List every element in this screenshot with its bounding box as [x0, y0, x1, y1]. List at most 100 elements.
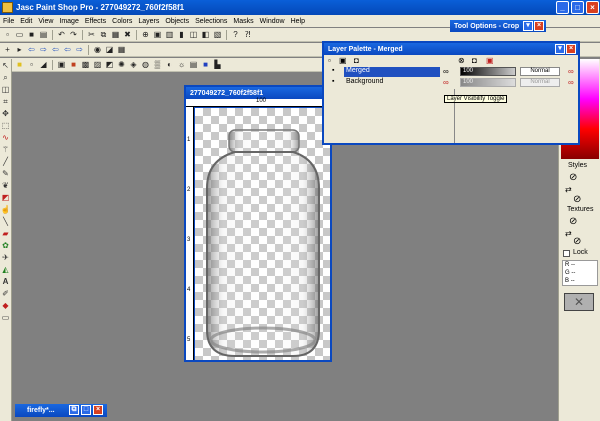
selection-tool-icon[interactable]: ⬚ [0, 120, 11, 131]
crosshair-icon[interactable]: + [2, 44, 13, 55]
layer-palette-minimize-button[interactable]: ▾ [555, 44, 565, 54]
noise-icon[interactable]: ▒ [152, 59, 163, 70]
texture-icon[interactable]: ▨ [92, 59, 103, 70]
swap-styles-icon[interactable]: ⇄ [565, 185, 572, 194]
shapes-icon[interactable]: ◪ [104, 44, 115, 55]
open-icon[interactable]: ▭ [14, 29, 25, 40]
gradient-icon[interactable]: ■ [68, 59, 79, 70]
grid-icon[interactable]: ▦ [116, 44, 127, 55]
mosaic-icon[interactable]: ▩ [80, 59, 91, 70]
minimize-button[interactable]: _ [556, 1, 569, 14]
menu-image[interactable]: Image [56, 18, 81, 25]
blur-icon[interactable]: ◍ [140, 59, 151, 70]
arrow-left-icon[interactable]: ⇦ [26, 44, 37, 55]
object-selector-tool-icon[interactable]: ▭ [0, 312, 11, 323]
protect-header-icon[interactable]: ◘ [472, 56, 477, 65]
draw-tool-icon[interactable]: ✐ [0, 288, 11, 299]
arrow-right-blue-icon[interactable]: ⇨ [38, 44, 49, 55]
zoom-tool-icon[interactable]: ⌕ [0, 72, 11, 83]
menu-layers[interactable]: Layers [135, 18, 162, 25]
cut-icon[interactable]: ✂ [86, 29, 97, 40]
delete-layer-icon[interactable]: ▣ [339, 56, 347, 65]
canvas[interactable] [195, 108, 330, 360]
globe-icon[interactable]: ◉ [92, 44, 103, 55]
redo-icon[interactable]: ↷ [68, 29, 79, 40]
background-style-icon[interactable]: ⊘ [573, 194, 581, 205]
opacity-slider[interactable]: 100 [460, 67, 516, 76]
color-swatch-icon[interactable]: ■ [14, 59, 25, 70]
crop-tool-icon[interactable]: ⌗ [0, 96, 11, 107]
retouch-tool-icon[interactable]: ☝ [0, 204, 11, 215]
new-icon[interactable]: ▫ [2, 29, 13, 40]
menu-masks[interactable]: Masks [230, 18, 256, 25]
airbrush-tool-icon[interactable]: ✈ [0, 252, 11, 263]
deform-tool-icon[interactable]: ◫ [0, 84, 11, 95]
help-icon[interactable]: ? [230, 29, 241, 40]
app-icon[interactable] [2, 2, 13, 13]
menu-file[interactable]: File [0, 18, 17, 25]
menu-selections[interactable]: Selections [192, 18, 230, 25]
menu-help[interactable]: Help [288, 18, 308, 25]
undo-icon[interactable]: ↶ [56, 29, 67, 40]
maximize-button[interactable]: □ [571, 1, 584, 14]
menu-edit[interactable]: Edit [17, 18, 35, 25]
layer-palette-close-button[interactable]: × [566, 44, 576, 54]
arrow-left-blue-2-icon[interactable]: ⇦ [62, 44, 73, 55]
lamp-icon[interactable]: ☼ [176, 59, 187, 70]
foreground-style-icon[interactable]: ⊘ [569, 172, 577, 183]
browse-icon[interactable]: ▥ [164, 29, 175, 40]
frame-icon[interactable]: ▣ [56, 59, 67, 70]
screen-icon[interactable]: ▣ [152, 29, 163, 40]
tile-icon[interactable]: ▤ [188, 59, 199, 70]
palette-icon[interactable]: ◧ [200, 29, 211, 40]
minimized-maximize-button[interactable]: □ [81, 405, 91, 415]
histogram-icon[interactable]: ▮ [176, 29, 187, 40]
layer-lock-icon[interactable]: ∞ [568, 67, 574, 76]
visibility-header-icon[interactable]: ⊗ [458, 56, 465, 65]
delete-icon[interactable]: ✖ [122, 29, 133, 40]
layer-lock-icon[interactable]: ∞ [568, 78, 574, 87]
menu-colors[interactable]: Colors [109, 18, 135, 25]
sharpen-icon[interactable]: ◈ [128, 59, 139, 70]
minimized-restore-button[interactable]: ⧉ [69, 405, 79, 415]
paste-icon[interactable]: ▦ [110, 29, 121, 40]
print-icon[interactable]: ▤ [38, 29, 49, 40]
eraser-tool-icon[interactable]: ▰ [0, 228, 11, 239]
new-layer-icon[interactable]: ▫ [328, 56, 331, 65]
lock-checkbox[interactable] [563, 250, 570, 257]
layer-row-background[interactable]: ▪ Background ∞ 100 Normal ∞ [328, 78, 578, 88]
active-color-swatch[interactable]: ✕ [564, 293, 594, 311]
figure-icon[interactable]: ▙ [212, 59, 223, 70]
context-help-icon[interactable]: ⁈ [242, 29, 253, 40]
text-tool-icon[interactable]: A [0, 276, 11, 287]
save-icon[interactable]: ■ [26, 29, 37, 40]
magic-wand-tool-icon[interactable]: ⚚ [0, 144, 11, 155]
dropper-tool-icon[interactable]: ╱ [0, 156, 11, 167]
arrow-left-blue-icon[interactable]: ⇦ [50, 44, 61, 55]
swap-textures-icon[interactable]: ⇄ [565, 229, 572, 238]
menu-window[interactable]: Window [257, 18, 288, 25]
tool-options-close-button[interactable]: × [534, 21, 544, 31]
paintbrush-tool-icon[interactable]: ✎ [0, 168, 11, 179]
blue-square-icon[interactable]: ■ [200, 59, 211, 70]
freehand-tool-icon[interactable]: ∿ [0, 132, 11, 143]
layer-visibility-toggle-icon[interactable]: ∞ [443, 67, 449, 76]
brush-icon[interactable]: ◢ [38, 59, 49, 70]
menu-effects[interactable]: Effects [82, 18, 109, 25]
copy-icon[interactable]: ⧉ [98, 29, 109, 40]
mask-icon[interactable]: ◘ [354, 56, 359, 65]
link-header-icon[interactable]: ▣ [486, 56, 494, 65]
emboss-icon[interactable]: ◩ [104, 59, 115, 70]
arrow-right-icon[interactable]: ▸ [14, 44, 25, 55]
flood-fill-tool-icon[interactable]: ◭ [0, 264, 11, 275]
minimized-window[interactable]: firefly*... ⧉ □ × [15, 404, 107, 417]
dotted-icon[interactable]: ▫ [26, 59, 37, 70]
reflect-icon[interactable]: ◐ [164, 59, 175, 70]
replacer-tool-icon[interactable]: ◩ [0, 192, 11, 203]
minimized-close-button[interactable]: × [93, 405, 103, 415]
background-texture-icon[interactable]: ⊘ [573, 236, 581, 247]
picture-tube-tool-icon[interactable]: ✿ [0, 240, 11, 251]
clone-tool-icon[interactable]: ❦ [0, 180, 11, 191]
layer-palette-title-bar[interactable]: Layer Palette - Merged ▾ × [324, 43, 578, 55]
menu-view[interactable]: View [35, 18, 56, 25]
